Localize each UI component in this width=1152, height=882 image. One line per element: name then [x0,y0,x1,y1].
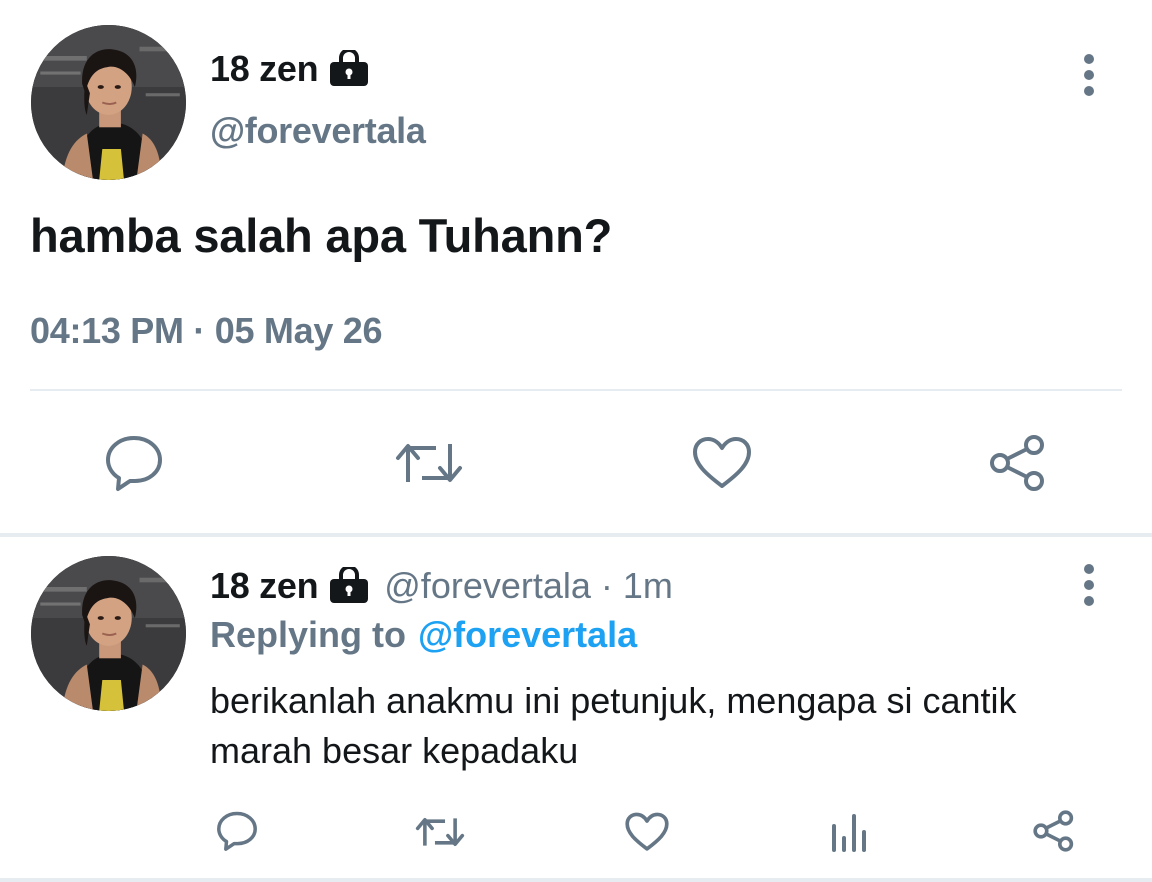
section-divider [0,533,1152,537]
avatar[interactable] [31,556,186,711]
display-name[interactable]: 18 zen [210,565,319,607]
lock-icon [328,50,370,88]
avatar[interactable] [31,25,186,180]
reply-icon[interactable] [104,434,164,492]
heart-icon[interactable] [625,812,669,852]
author-handle[interactable]: @forevertala [210,110,426,152]
replying-to-row: Replying to @forevertala [210,612,637,658]
display-name[interactable]: 18 zen [210,48,319,90]
replying-to-label: Replying to [210,614,406,655]
more-vertical-icon[interactable] [1082,563,1096,607]
share-icon[interactable] [1032,810,1076,852]
replying-to-link[interactable]: @forevertala [418,614,637,656]
tweet-timestamp[interactable]: 04:13 PM · 05 May 26 [30,310,383,352]
retweet-icon[interactable] [414,814,466,850]
avatar-photo [31,556,186,711]
separator-dot: · [600,565,613,606]
divider [30,389,1122,391]
avatar-photo [31,25,186,180]
tweet-thread-page: 18 zen @forevertala hamba salah apa Tuha… [0,0,1152,882]
bottom-divider [0,878,1152,882]
lock-icon [328,567,370,605]
main-tweet: 18 zen @forevertala hamba salah apa Tuha… [0,0,1152,533]
reply-header: 18 zen @forevertala · 1m [210,562,673,610]
share-icon[interactable] [988,434,1048,492]
heart-icon[interactable] [692,436,752,490]
tweet-text: hamba salah apa Tuhann? [30,209,613,262]
tweet-text: berikanlah anakmu ini petunjuk, mengapa … [210,680,1017,771]
reply-icon[interactable] [216,810,258,852]
analytics-icon[interactable] [830,814,870,852]
author-name-row: 18 zen [210,44,370,94]
retweet-icon[interactable] [394,438,464,488]
time-ago[interactable]: 1m [623,565,673,607]
author-handle[interactable]: @forevertala [384,565,591,607]
more-vertical-icon[interactable] [1082,53,1096,97]
